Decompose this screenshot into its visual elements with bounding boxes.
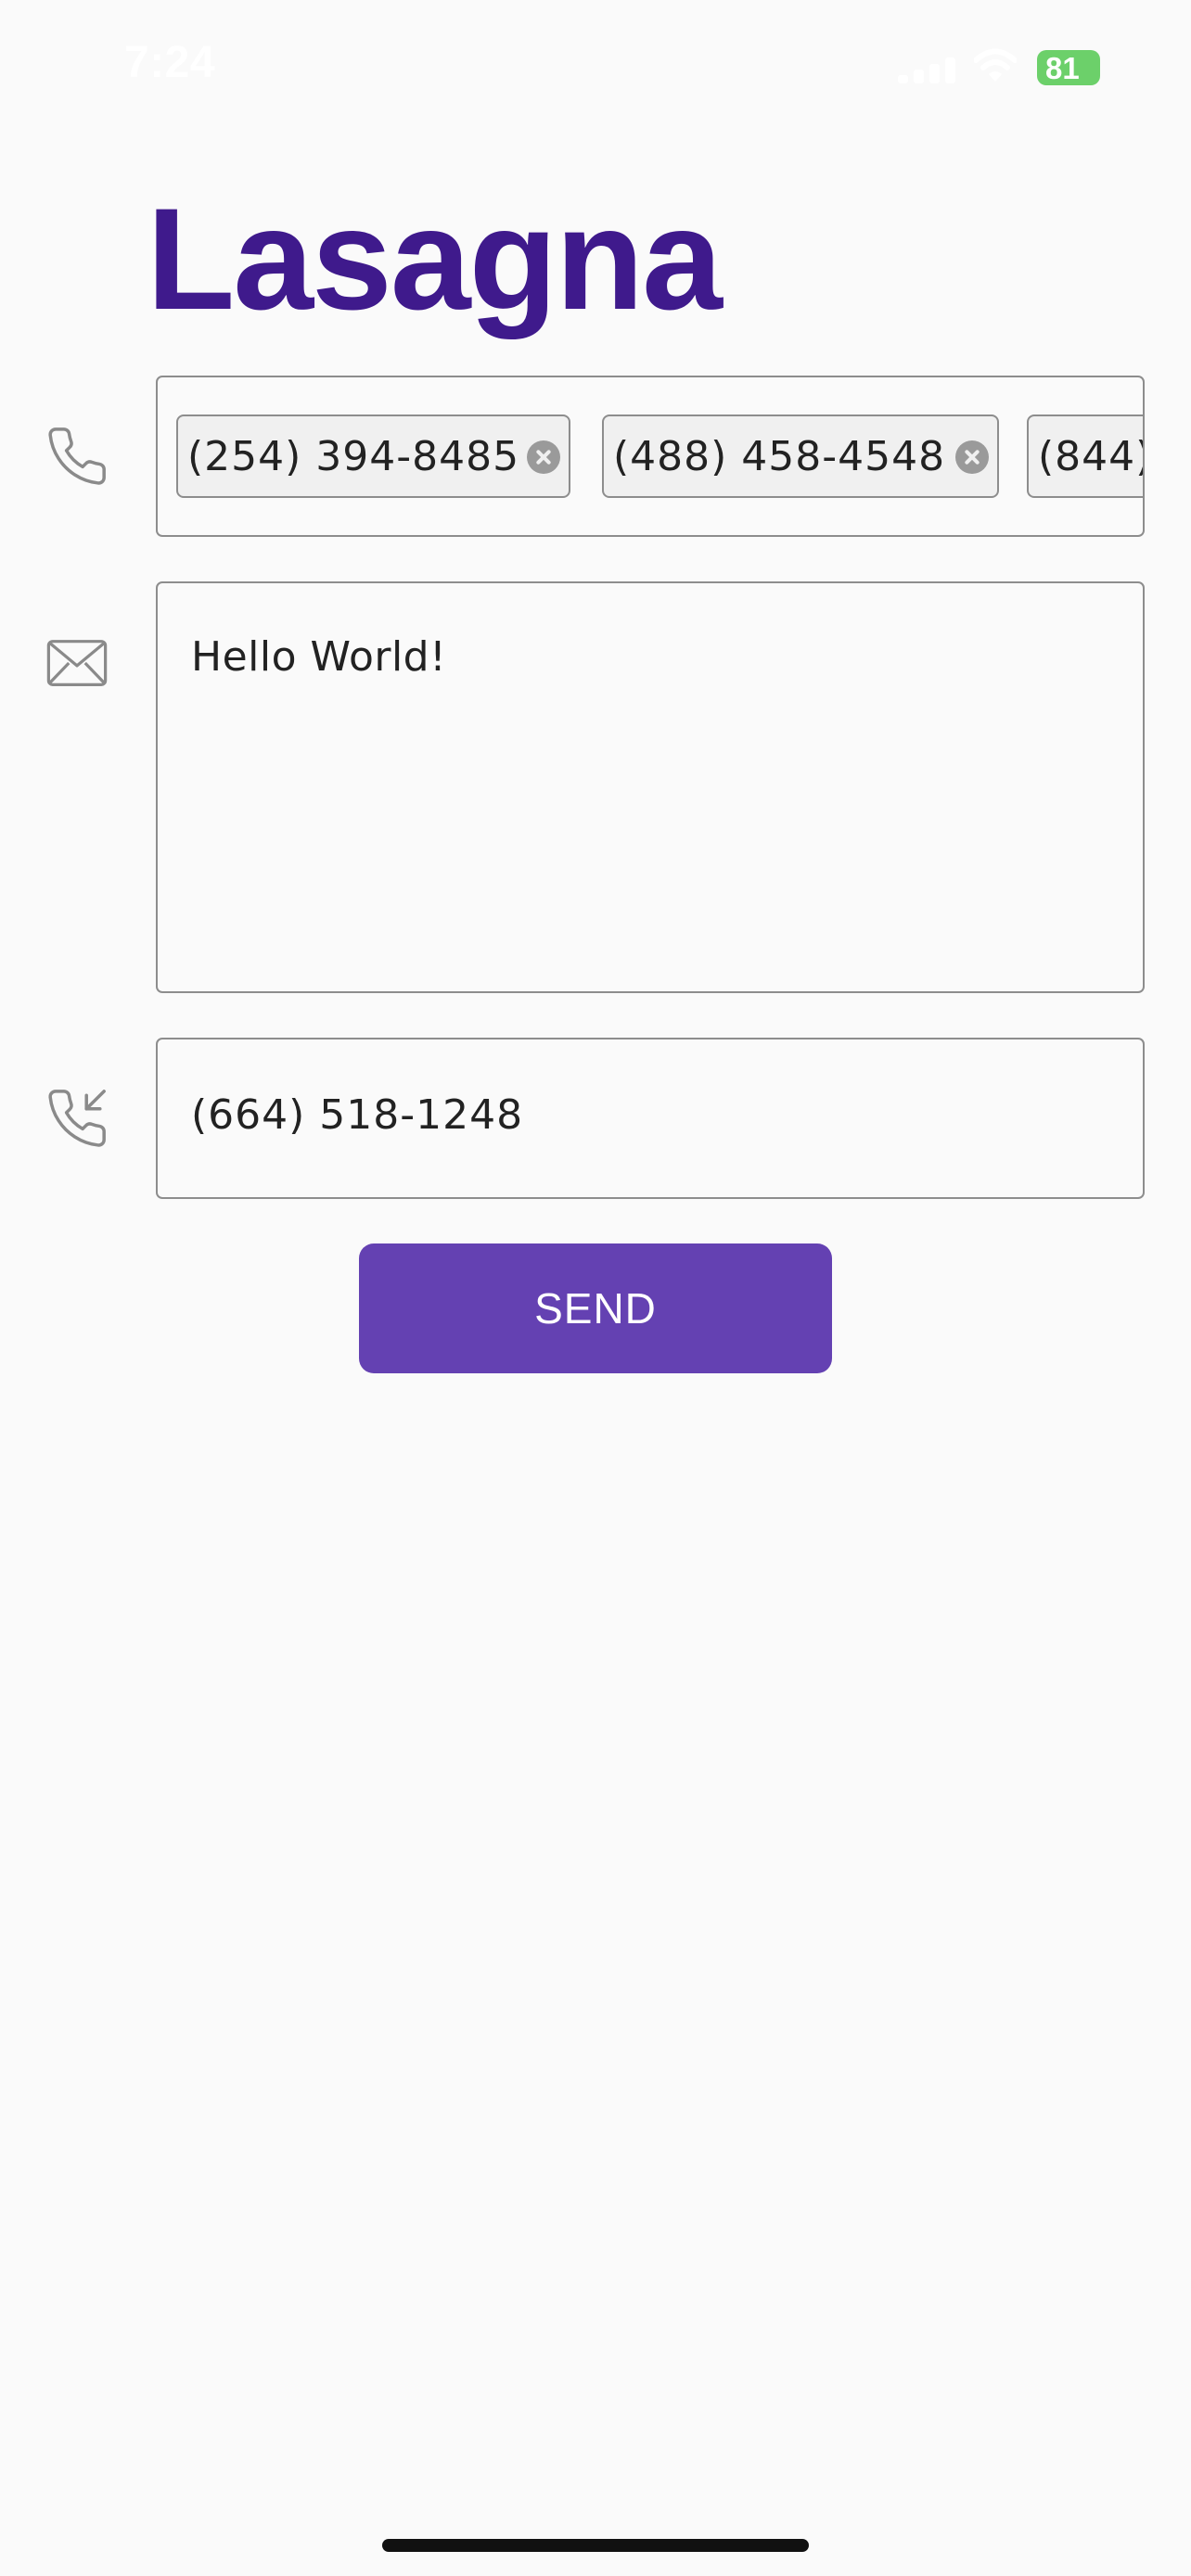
message-field[interactable]: Hello World! xyxy=(156,581,1145,993)
incoming-call-icon xyxy=(48,1090,106,1147)
status-bar: 7:24 81 xyxy=(0,0,1191,139)
wifi-icon xyxy=(974,48,1017,82)
remove-circle-icon[interactable] xyxy=(955,440,989,474)
battery-level: 81 xyxy=(1045,51,1080,85)
envelope-icon xyxy=(46,640,108,686)
recipient-chip-label: (254) 394-8485 xyxy=(187,432,520,480)
message-text: Hello World! xyxy=(191,633,447,681)
recipient-chip[interactable]: (844) xyxy=(1027,414,1145,498)
send-button[interactable]: SEND xyxy=(359,1243,832,1373)
recipient-chip[interactable]: (488) 458-4548 xyxy=(602,414,999,498)
status-time: 7:24 xyxy=(124,38,216,87)
battery-icon: 81 xyxy=(1037,50,1100,85)
recipients-field[interactable]: (254) 394-8485 (488) 458-4548 (844) xyxy=(156,376,1145,537)
home-indicator[interactable] xyxy=(382,2539,809,2552)
signal-icon xyxy=(898,57,957,83)
app-title: Lasagna xyxy=(147,179,723,340)
phone-icon xyxy=(48,427,106,485)
recipient-chip[interactable]: (254) 394-8485 xyxy=(176,414,570,498)
recipient-chip-label: (844) xyxy=(1038,432,1145,480)
sender-number: (664) 518-1248 xyxy=(191,1091,524,1139)
remove-circle-icon[interactable] xyxy=(527,440,560,474)
recipient-chip-label: (488) 458-4548 xyxy=(613,432,946,480)
sender-field[interactable]: (664) 518-1248 xyxy=(156,1038,1145,1199)
